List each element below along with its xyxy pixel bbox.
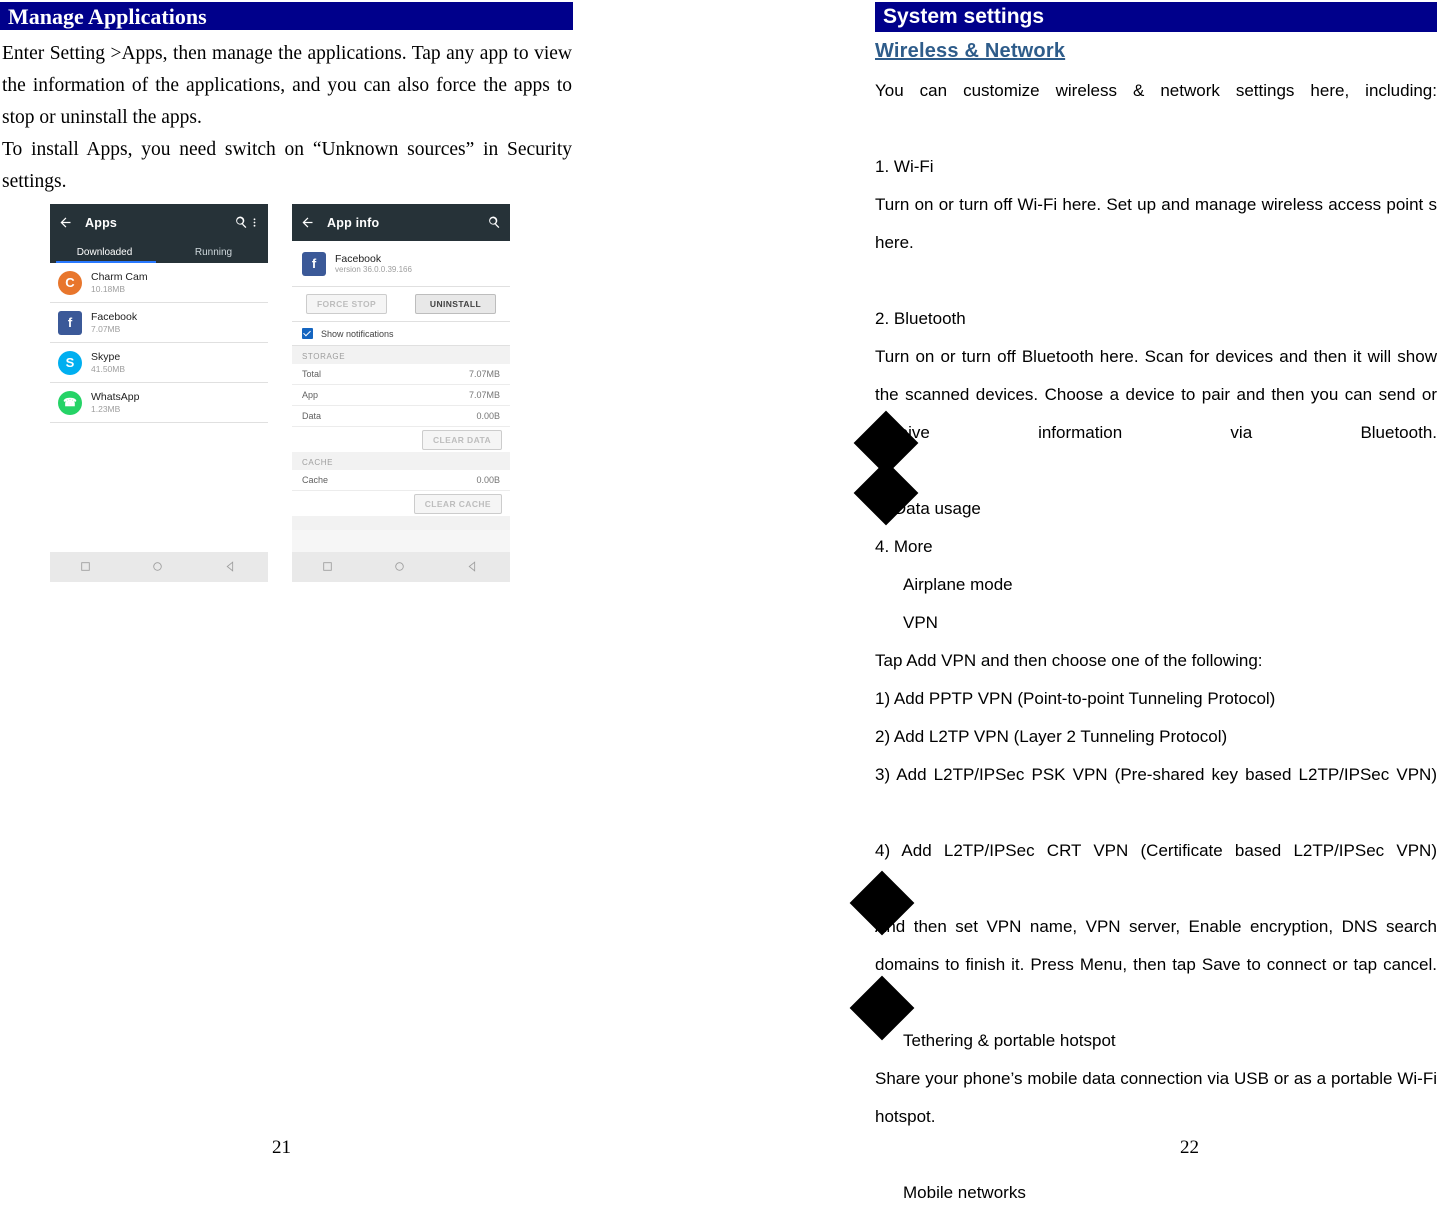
row-key: Cache — [302, 475, 329, 485]
app-size: 41.50MB — [91, 363, 126, 374]
screenshot-figures: Apps Downloaded Running C Charm Cam 10.1… — [50, 204, 510, 582]
circle-icon[interactable] — [151, 560, 166, 575]
row-key: Data — [302, 411, 322, 421]
row-key: App — [302, 390, 319, 400]
left-page: Manage Applications Enter Setting >Apps,… — [0, 0, 600, 1187]
circle-icon[interactable] — [393, 560, 408, 575]
row-key: Total — [302, 369, 322, 379]
page-number-right: 22 — [1180, 1137, 1199, 1158]
left-page-header: Manage Applications — [0, 2, 573, 30]
search-icon[interactable] — [234, 215, 249, 230]
paragraph: 3) Add L2TP/IPSec PSK VPN (Pre-shared ke… — [875, 765, 1437, 784]
list-item[interactable]: S Skype 41.50MB — [50, 343, 268, 383]
back-triangle-icon[interactable] — [466, 560, 481, 575]
tab-downloaded[interactable]: Downloaded — [50, 247, 159, 258]
right-page: System settings Wireless & Network You c… — [845, 0, 1437, 1202]
appinfo-title: App info — [327, 215, 380, 230]
appinfo-header: f Facebook version 36.0.0.39.166 — [292, 241, 510, 287]
paragraph: You can customize wireless & network set… — [875, 81, 1437, 100]
paragraph: 1. Wi-Fi — [875, 157, 934, 176]
table-row: App 7.07MB — [292, 385, 510, 406]
paragraph: Tethering & portable hotspot — [903, 1031, 1116, 1050]
appinfo-navbar[interactable] — [292, 552, 510, 582]
apps-toolbar: Apps — [50, 204, 268, 241]
cache-section-label: CACHE — [302, 458, 334, 467]
row-value: 0.00B — [476, 475, 500, 485]
paragraph: 1) Add PPTP VPN (Point-to-point Tunnelin… — [875, 689, 1276, 708]
app-size: 10.18MB — [91, 283, 126, 294]
paragraph: Airplane mode — [903, 575, 1013, 594]
square-icon[interactable] — [79, 560, 94, 575]
app-name: WhatsApp — [91, 390, 140, 403]
uninstall-button[interactable]: UNINSTALL — [414, 294, 497, 314]
tab-running[interactable]: Running — [159, 247, 268, 258]
table-row: Total 7.07MB — [292, 364, 510, 385]
row-value: 7.07MB — [468, 369, 500, 379]
app-icon: ☎ — [58, 390, 82, 415]
back-arrow-icon[interactable] — [58, 215, 73, 230]
app-size: 1.23MB — [91, 403, 121, 414]
force-stop-button[interactable]: FORCE STOP — [305, 294, 388, 314]
paragraph: To install Apps, you need switch on “Unk… — [2, 139, 572, 192]
appinfo-content: f Facebook version 36.0.0.39.166 FORCE S… — [292, 241, 510, 530]
paragraph: 3. Data usage — [875, 499, 981, 518]
app-icon: C — [58, 270, 82, 295]
paragraph: 2. Bluetooth — [875, 309, 966, 328]
clear-cache-button[interactable]: CLEAR CACHE — [413, 493, 502, 514]
screenshot-appinfo: App info f Facebook version 36.0.0.39.16… — [292, 204, 510, 582]
app-icon: f — [58, 310, 82, 335]
paragraph: 4. More — [875, 537, 933, 556]
square-icon[interactable] — [321, 560, 336, 575]
tab-indicator — [56, 261, 156, 263]
checkbox-icon[interactable] — [302, 328, 313, 339]
paragraph: Tap Add VPN and then choose one of the f… — [875, 651, 1263, 670]
right-page-header: System settings — [875, 2, 1437, 32]
apps-tabs[interactable]: Downloaded Running — [50, 241, 268, 263]
clear-data-button[interactable]: CLEAR DATA — [422, 429, 502, 450]
paragraph: Enter Setting >Apps, then manage the app… — [2, 43, 572, 128]
app-name: Facebook — [335, 253, 382, 265]
overflow-menu-icon[interactable] — [249, 215, 260, 230]
table-row: Data 0.00B — [292, 406, 510, 427]
apps-navbar[interactable] — [50, 552, 268, 582]
app-name: Skype — [91, 350, 121, 363]
paragraph: 2) Add L2TP VPN (Layer 2 Tunneling Proto… — [875, 727, 1228, 746]
paragraph: VPN — [903, 613, 938, 632]
show-notifications-row[interactable]: Show notifications — [292, 322, 510, 346]
list-item[interactable]: ☎ WhatsApp 1.23MB — [50, 383, 268, 423]
appinfo-action-buttons: FORCE STOP UNINSTALL — [292, 287, 510, 322]
right-page-subheader: Wireless & Network — [875, 40, 1066, 62]
table-row: Cache 0.00B — [292, 470, 510, 491]
left-page-body: Enter Setting >Apps, then manage the app… — [2, 38, 572, 198]
row-value: 0.00B — [476, 411, 500, 421]
show-notifications-label: Show notifications — [321, 328, 394, 339]
apps-title: Apps — [85, 215, 118, 230]
app-version: version 36.0.0.39.166 — [335, 265, 412, 274]
page-number-left: 21 — [272, 1137, 291, 1158]
back-triangle-icon[interactable] — [224, 560, 239, 575]
paragraph: And then set VPN name, VPN server, Enabl… — [875, 917, 1437, 974]
row-value: 7.07MB — [468, 390, 500, 400]
screenshot-apps: Apps Downloaded Running C Charm Cam 10.1… — [50, 204, 268, 582]
paragraph: Turn on or turn off Bluetooth here. Scan… — [875, 347, 1437, 442]
app-name: Charm Cam — [91, 270, 148, 283]
clear-cache-row: CLEAR CACHE — [292, 491, 510, 516]
paragraph: Share your phone’s mobile data connectio… — [875, 1069, 1437, 1126]
app-icon: S — [58, 350, 82, 375]
list-item[interactable]: f Facebook 7.07MB — [50, 303, 268, 343]
search-icon[interactable] — [487, 215, 502, 230]
app-icon: f — [302, 251, 326, 276]
right-page-body: You can customize wireless & network set… — [875, 72, 1437, 1212]
appinfo-toolbar: App info — [292, 204, 510, 241]
paragraph: Mobile networks — [903, 1183, 1026, 1202]
app-size: 7.07MB — [91, 323, 121, 334]
storage-section-label: STORAGE — [302, 352, 346, 361]
clear-data-row: CLEAR DATA — [292, 427, 510, 452]
list-item[interactable]: C Charm Cam 10.18MB — [50, 263, 268, 303]
list-empty-space — [50, 423, 268, 569]
back-arrow-icon[interactable] — [300, 215, 315, 230]
paragraph: Turn on or turn off Wi-Fi here. Set up a… — [875, 195, 1437, 252]
app-name: Facebook — [91, 310, 138, 323]
paragraph: 4) Add L2TP/IPSec CRT VPN (Certificate b… — [875, 841, 1437, 860]
